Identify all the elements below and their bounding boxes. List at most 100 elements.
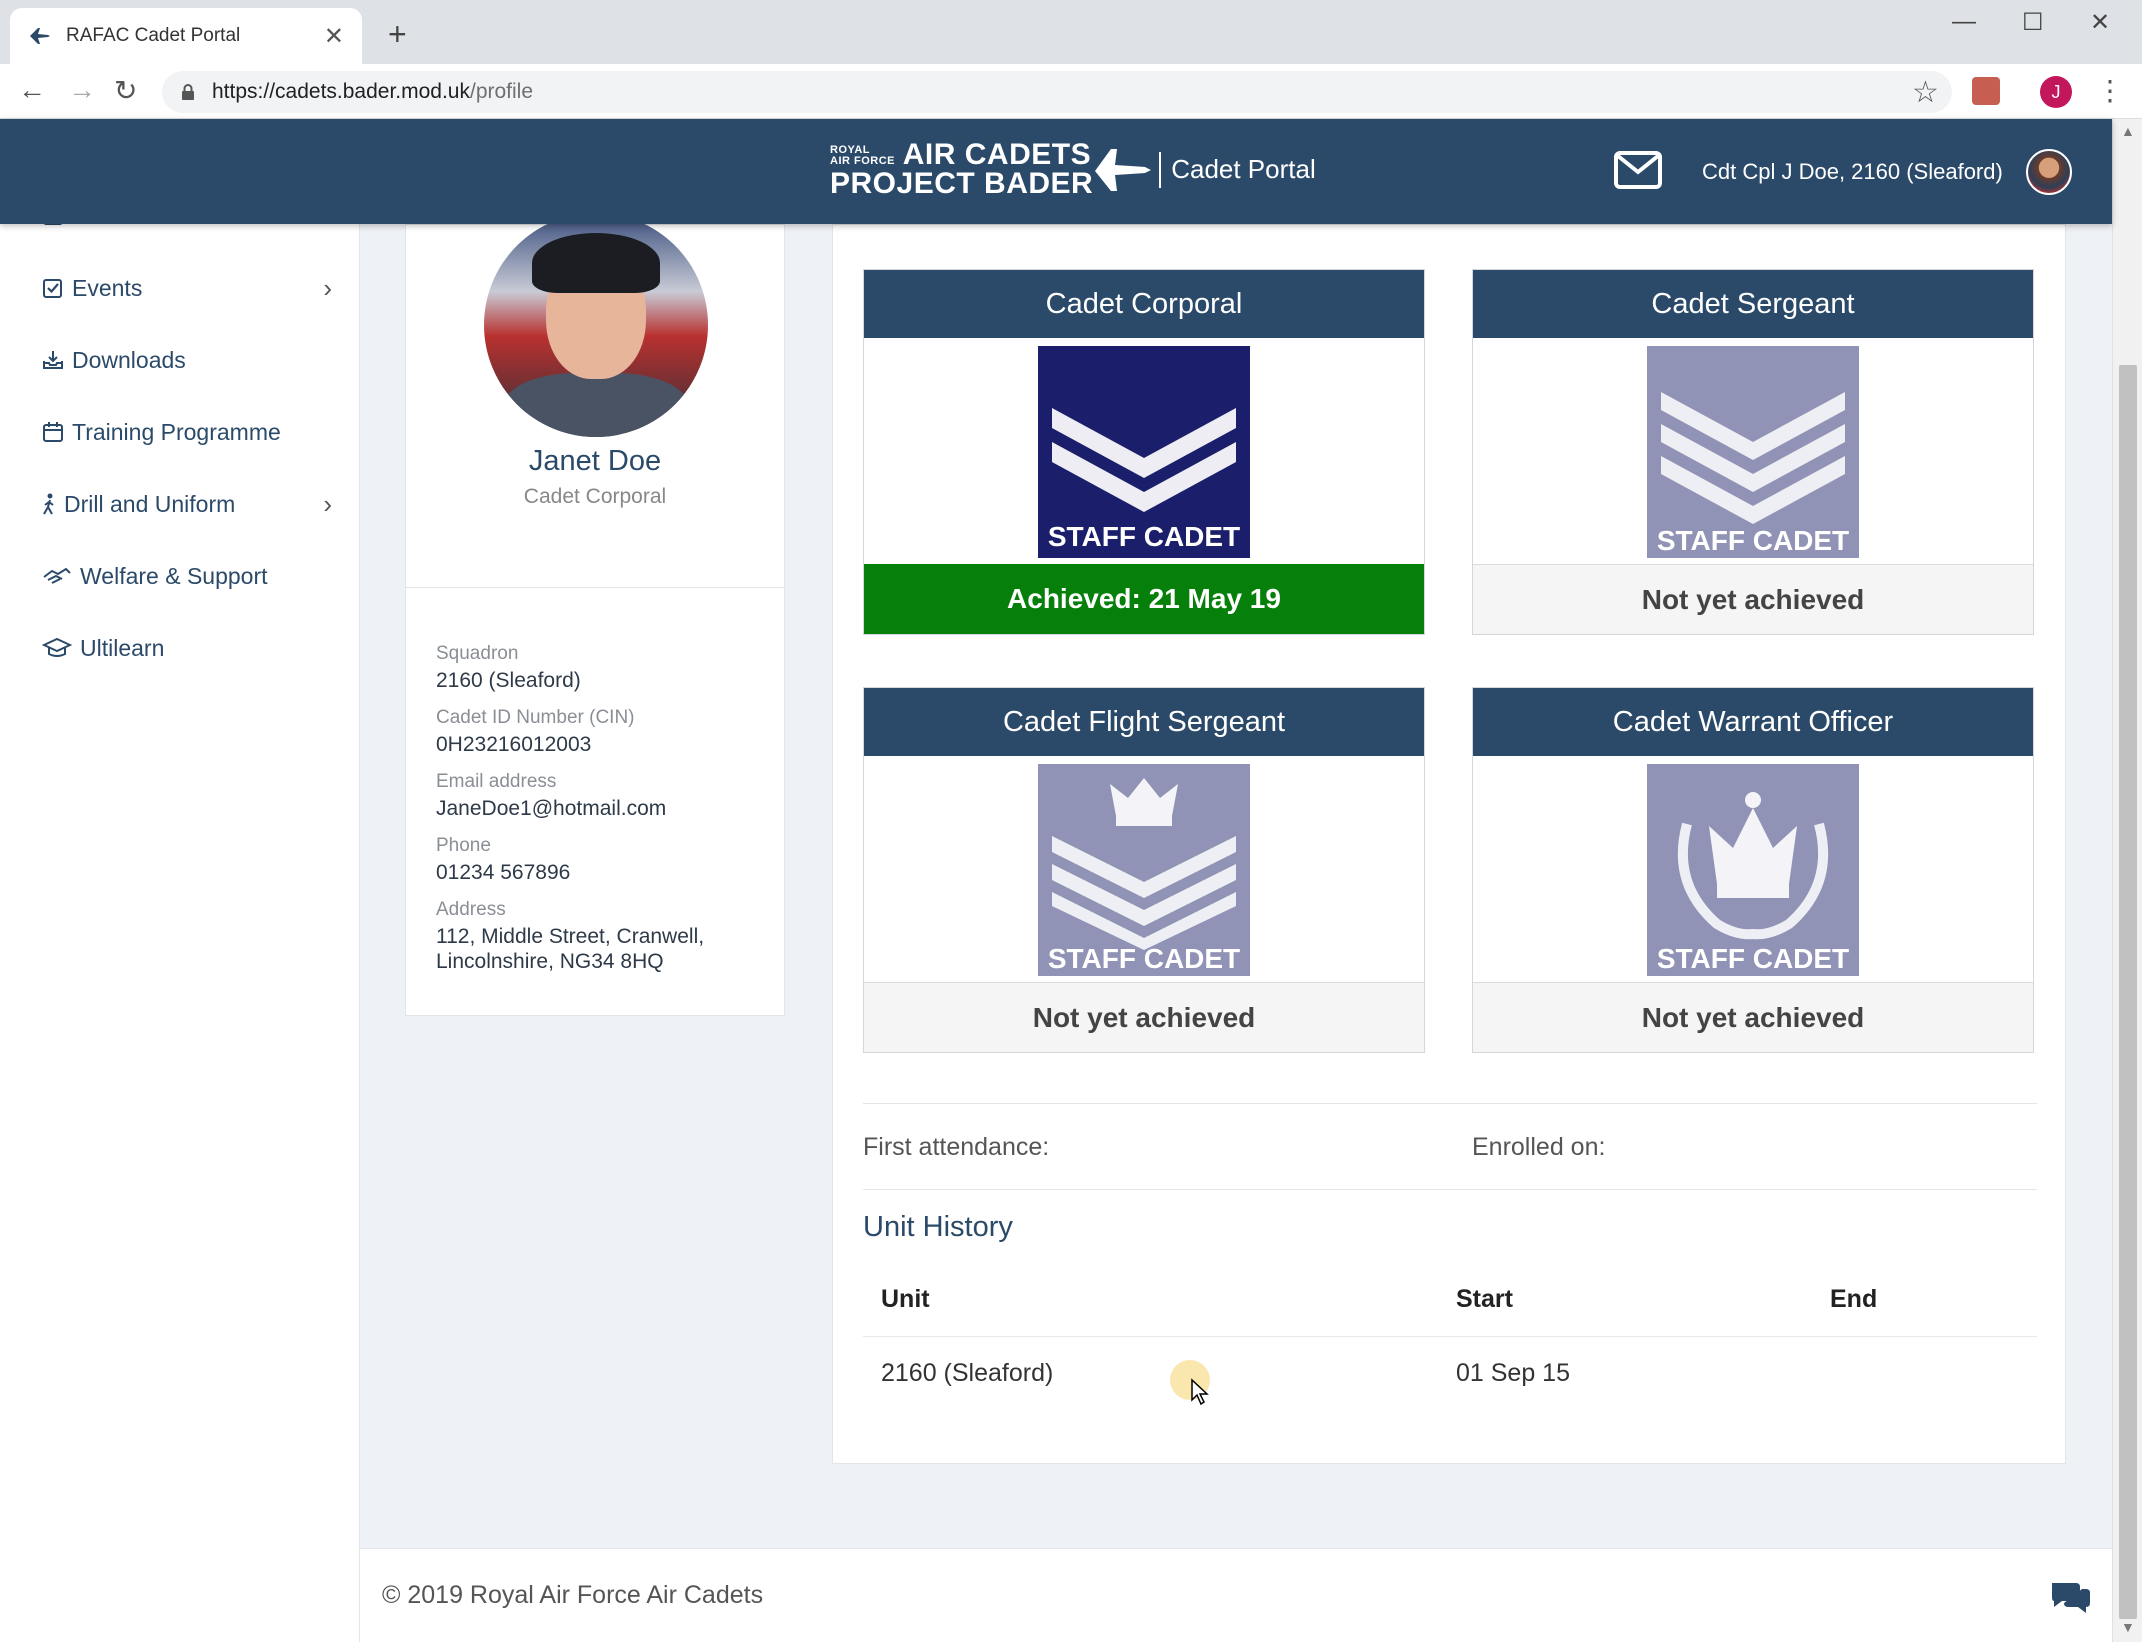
url-field[interactable]: https://cadets.bader.mod.uk/profile	[162, 71, 1952, 113]
back-arrow-icon[interactable]: ←	[18, 74, 46, 106]
browser-address-bar: ← → ↻ https://cadets.bader.mod.uk/profil…	[0, 64, 2142, 119]
field-address: Address 112, Middle Street, Cranwell, Li…	[436, 899, 766, 974]
download-tray-icon	[42, 349, 64, 371]
field-phone: Phone 01234 567896	[436, 835, 766, 885]
browser-profile-avatar[interactable]: J	[2040, 76, 2072, 108]
sidebar-item-training-programme[interactable]: Training Programme	[42, 412, 332, 452]
rank-card-cadet-warrant-officer: Cadet Warrant Officer STAFF CADET Not ye…	[1472, 687, 2034, 1053]
rank-card-title: Cadet Flight Sergeant	[864, 688, 1424, 756]
checkbox-icon	[42, 277, 64, 299]
jet-favicon-icon	[28, 24, 52, 48]
close-tab-icon[interactable]: ✕	[324, 22, 344, 51]
tab-title: RAFAC Cadet Portal	[66, 25, 241, 46]
sidebar-item-events[interactable]: Events ›	[42, 268, 332, 308]
sidebar-item-label: Drill and Uniform	[64, 490, 236, 517]
rank-card-cadet-flight-sergeant: Cadet Flight Sergeant STAFF CADET Not ye…	[863, 687, 1425, 1053]
scrollbar-thumb[interactable]	[2119, 365, 2137, 1619]
minimize-window-icon[interactable]: —	[1952, 8, 1976, 36]
browser-menu-icon[interactable]: ⋮	[2096, 74, 2124, 107]
badge-text: STAFF CADET	[1657, 525, 1849, 556]
chat-bubbles-icon[interactable]	[2048, 1579, 2092, 1615]
badge-text: STAFF CADET	[1048, 943, 1240, 974]
handshake-icon	[42, 565, 72, 587]
enrolled-on-label: Enrolled on:	[1472, 1133, 1606, 1161]
field-squadron: Squadron 2160 (Sleaford)	[436, 643, 766, 693]
logo-text: ROYAL AIR FORCE AIR CADETS PROJECT BADER	[830, 140, 1094, 200]
mouse-pointer-icon	[1191, 1378, 1209, 1406]
field-label: Phone	[436, 835, 491, 856]
lock-icon	[182, 84, 194, 100]
graduation-cap-icon	[41, 637, 73, 659]
field-value: JaneDoe1@hotmail.com	[436, 797, 667, 820]
sidebar-item-label: Welfare & Support	[80, 562, 268, 589]
column-header-end: End	[1830, 1285, 1878, 1313]
reload-icon[interactable]: ↻	[114, 74, 137, 107]
badge-text: STAFF CADET	[1657, 943, 1849, 974]
rank-status: Not yet achieved	[1473, 564, 2033, 634]
field-email: Email address JaneDoe1@hotmail.com	[436, 771, 766, 821]
logo-line2: PROJECT BADER	[830, 166, 1094, 200]
profile-rank: Cadet Corporal	[523, 485, 667, 508]
sidebar-item-welfare-support[interactable]: Welfare & Support	[42, 556, 332, 596]
maximize-window-icon[interactable]: ☐	[2022, 8, 2044, 37]
mail-icon[interactable]	[1614, 151, 1662, 189]
sidebar-item-label: Ultilearn	[80, 634, 165, 661]
sidebar-item-downloads[interactable]: Downloads	[42, 340, 332, 380]
url-text: https://cadets.bader.mod.uk/profile	[212, 80, 533, 104]
rank-status: Not yet achieved	[1473, 982, 2033, 1052]
new-tab-button[interactable]: +	[388, 18, 407, 50]
rank-card-cadet-corporal: Cadet Corporal STAFF CADET Achieved: 21 …	[863, 269, 1425, 635]
divider	[406, 587, 784, 588]
sidebar-item-label: Events	[72, 274, 143, 301]
scroll-up-icon[interactable]: ▲	[2121, 123, 2135, 139]
logo-separator	[1159, 151, 1162, 188]
unit-history-title: Unit History	[863, 1211, 1013, 1243]
user-avatar[interactable]	[2026, 149, 2072, 195]
user-menu-label[interactable]: Cdt Cpl J Doe, 2160 (Sleaford)	[1702, 159, 2003, 185]
table-cell-start: 01 Sep 15	[1456, 1359, 1570, 1387]
table-row-divider	[863, 1336, 2037, 1337]
walking-person-icon	[42, 493, 56, 515]
warrant-officer-wreath-badge-icon: STAFF CADET	[1647, 764, 1859, 976]
sidebar-item-drill-and-uniform[interactable]: Drill and Uniform ›	[42, 484, 332, 524]
rank-card-title: Cadet Warrant Officer	[1473, 688, 2033, 756]
main-panel: Cadet Corporal STAFF CADET Achieved: 21 …	[832, 224, 2066, 1464]
chevron-right-icon: ›	[323, 488, 332, 519]
field-label: Email address	[436, 771, 557, 792]
logo-royal: ROYAL AIR FORCE	[830, 144, 895, 168]
page-scrollbar[interactable]: ▲ ▼	[2112, 119, 2142, 1642]
column-header-start: Start	[1456, 1285, 1513, 1313]
forward-arrow-icon[interactable]: →	[68, 74, 96, 106]
column-header-unit: Unit	[881, 1285, 930, 1313]
portal-label: Cadet Portal	[1171, 154, 1316, 184]
field-label: Address	[436, 899, 506, 920]
rank-status-achieved: Achieved: 21 May 19	[864, 564, 1424, 634]
sidebar: Attendance Events › Downloads Training P…	[0, 202, 360, 1642]
sidebar-item-label: Downloads	[72, 346, 186, 373]
table-cell-unit: 2160 (Sleaford)	[881, 1359, 1054, 1387]
profile-name: Janet Doe	[528, 445, 662, 477]
rank-status: Not yet achieved	[864, 982, 1424, 1052]
field-label: Squadron	[436, 643, 519, 664]
app-header: ROYAL AIR FORCE AIR CADETS PROJECT BADER …	[0, 119, 2112, 224]
first-attendance-label: First attendance:	[863, 1133, 1050, 1161]
flight-sergeant-crown-badge-icon: STAFF CADET	[1038, 764, 1250, 976]
scroll-down-icon[interactable]: ▼	[2121, 1619, 2135, 1635]
close-window-icon[interactable]: ✕	[2090, 8, 2110, 37]
sidebar-item-ultilearn[interactable]: Ultilearn	[41, 628, 332, 668]
browser-tab-bar: RAFAC Cadet Portal ✕ + — ☐ ✕	[0, 0, 2142, 64]
divider	[863, 1103, 2037, 1104]
field-cin: Cadet ID Number (CIN) 0H23216012003	[436, 707, 766, 757]
field-value: 0H23216012003	[436, 733, 592, 756]
pdf-extension-icon[interactable]	[1972, 77, 2000, 105]
calendar-icon	[42, 421, 64, 443]
browser-tab[interactable]: RAFAC Cadet Portal ✕	[10, 8, 362, 64]
rank-card-title: Cadet Corporal	[864, 270, 1424, 338]
field-label: Cadet ID Number (CIN)	[436, 707, 635, 728]
field-value: 2160 (Sleaford)	[436, 669, 581, 692]
url-path: /profile	[470, 80, 534, 103]
bookmark-star-icon[interactable]: ☆	[1912, 75, 1939, 110]
air-cadets-logo[interactable]: ROYAL AIR FORCE AIR CADETS PROJECT BADER …	[830, 140, 1316, 200]
sergeant-chevrons-badge-icon: STAFF CADET	[1647, 346, 1859, 558]
jet-logo-icon	[1095, 148, 1152, 191]
